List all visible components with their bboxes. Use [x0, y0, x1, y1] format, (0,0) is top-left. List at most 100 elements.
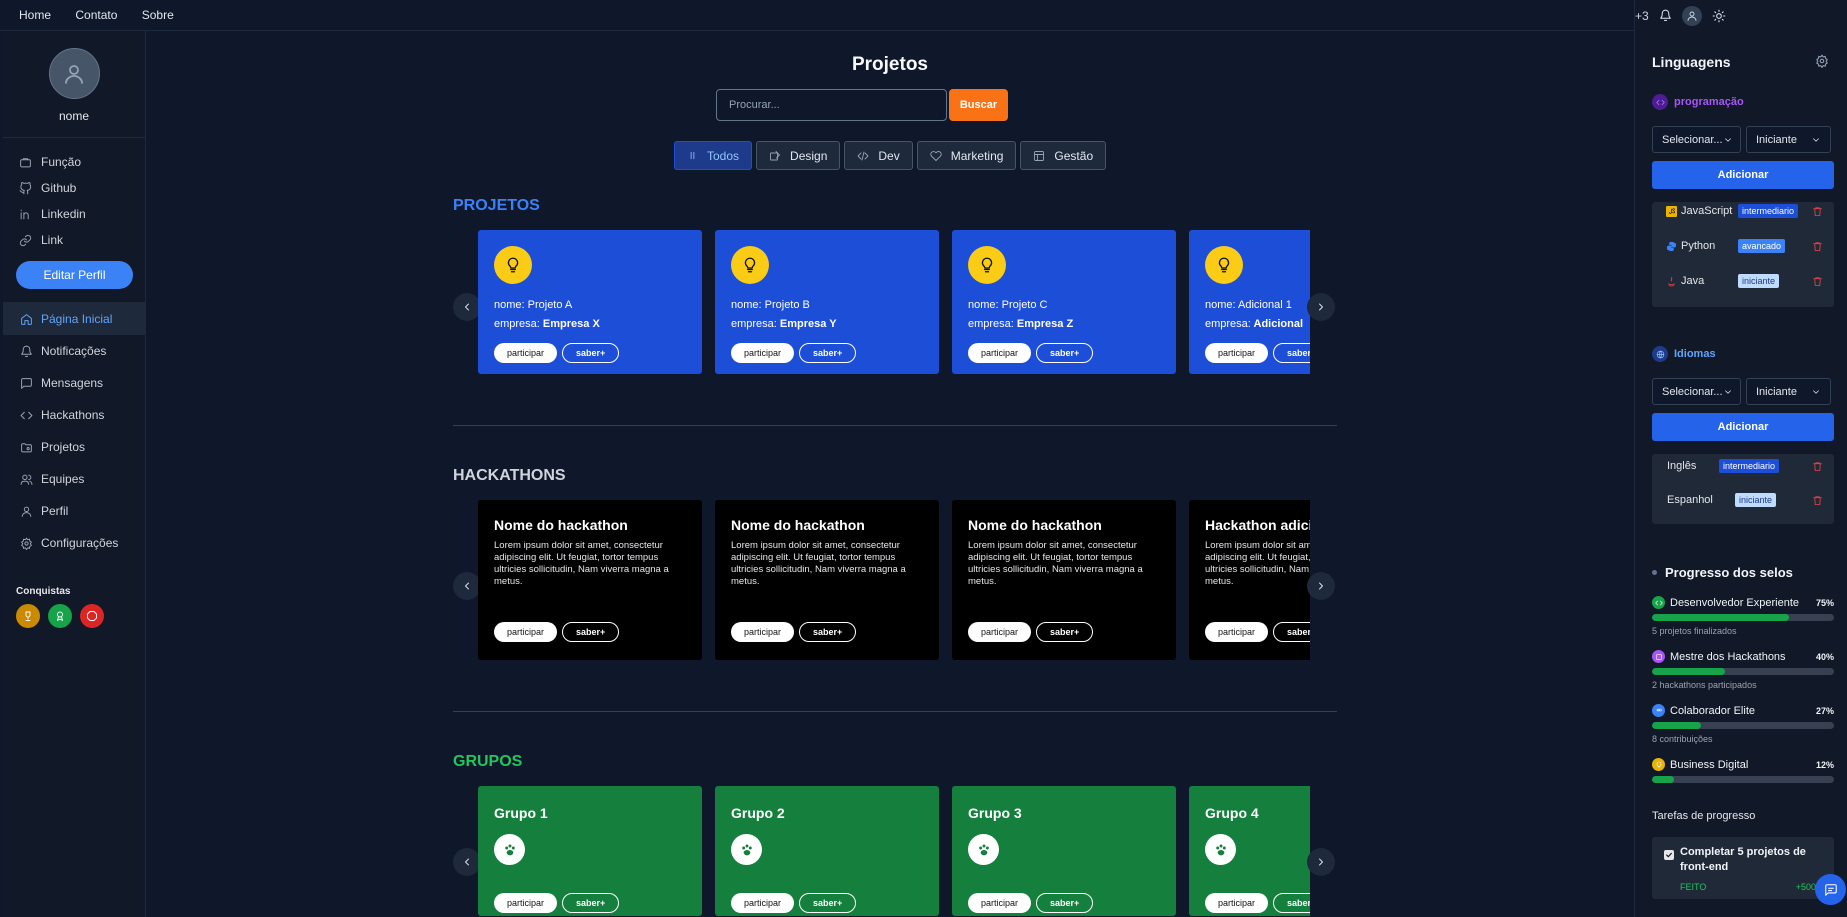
hackathon-card-actions: participarsaber+: [731, 622, 857, 642]
learn-more-button[interactable]: saber+: [1036, 343, 1094, 363]
idiom-level-select[interactable]: Iniciante: [1746, 378, 1831, 405]
checkbox-checked-icon[interactable]: [1664, 850, 1674, 860]
badges-progress-title: Progresso dos selos: [1652, 565, 1793, 580]
sidebar-item-profile[interactable]: Perfil: [3, 495, 145, 527]
groups-track: Grupo 1 participar saber+ Grupo 2 partici…: [478, 786, 1310, 916]
hackathons-prev-arrow-icon[interactable]: [453, 572, 481, 600]
badge-progress-fill: [1652, 722, 1702, 729]
learn-more-button[interactable]: saber+: [562, 893, 620, 913]
learn-more-button[interactable]: saber+: [799, 893, 857, 913]
hackathons-next-arrow-icon[interactable]: [1307, 572, 1335, 600]
trash-icon[interactable]: [1812, 461, 1823, 472]
nav-contact-link[interactable]: Contato: [75, 8, 117, 22]
design-icon: [769, 150, 781, 162]
learn-more-button[interactable]: saber+: [1273, 893, 1310, 913]
sidebar-item-label: Projetos: [41, 440, 86, 454]
search-button[interactable]: Buscar: [949, 89, 1008, 121]
projects-prev-arrow-icon[interactable]: [453, 293, 481, 321]
sidebar-item-settings[interactable]: Configurações: [3, 527, 145, 559]
filter-marketing[interactable]: Marketing: [916, 141, 1017, 170]
trash-icon[interactable]: [1812, 206, 1823, 217]
participate-button[interactable]: participar: [494, 343, 558, 363]
participate-button[interactable]: participar: [731, 343, 795, 363]
badge-name: Colaborador Elite: [1670, 704, 1755, 717]
badge-subtext: 2 hackathons participados: [1652, 680, 1757, 690]
hackathon-card: Nome do hackathon Lorem ipsum dolor sit …: [715, 500, 939, 660]
participate-button[interactable]: participar: [731, 622, 795, 642]
sidebar-item-hackathons[interactable]: Hackathons: [3, 399, 145, 431]
filter-management[interactable]: Gestão: [1020, 141, 1107, 170]
sidebar-item-home[interactable]: Página Inicial: [3, 303, 145, 335]
award-icon[interactable]: [48, 604, 72, 628]
edit-profile-button[interactable]: Editar Perfil: [16, 261, 133, 289]
bell-icon[interactable]: [1659, 9, 1672, 22]
profile-link-github[interactable]: Github: [17, 175, 145, 201]
participate-button[interactable]: participar: [1205, 343, 1269, 363]
groups-prev-arrow-icon[interactable]: [453, 848, 481, 876]
projects-next-arrow-icon[interactable]: [1307, 293, 1335, 321]
learn-more-button[interactable]: saber+: [1273, 622, 1310, 642]
participate-button[interactable]: participar: [968, 893, 1032, 913]
profile-link-role[interactable]: Função: [17, 149, 145, 175]
code-icon: [857, 150, 869, 162]
filter-all[interactable]: Todos: [674, 141, 753, 170]
learn-more-button[interactable]: saber+: [562, 343, 620, 363]
layout-icon: [1033, 150, 1045, 162]
hackathon-card-actions: participarsaber+: [494, 622, 620, 642]
learn-more-button[interactable]: saber+: [562, 622, 620, 642]
trophy-icon[interactable]: [16, 604, 40, 628]
learn-more-button[interactable]: saber+: [1036, 893, 1094, 913]
nav-home-link[interactable]: Home: [19, 8, 51, 22]
trash-icon[interactable]: [1812, 276, 1823, 287]
notification-count[interactable]: +3: [1635, 9, 1649, 23]
participate-button[interactable]: participar: [494, 893, 558, 913]
learn-more-button[interactable]: saber+: [1036, 622, 1094, 642]
profile-avatar[interactable]: [48, 48, 100, 99]
programming-level-select[interactable]: Iniciante: [1746, 126, 1831, 153]
group-card: Grupo 4 participarsaber+: [1189, 786, 1310, 916]
participate-button[interactable]: participar: [1205, 622, 1269, 642]
badge-name: Mestre dos Hackathons: [1670, 650, 1786, 663]
participate-button[interactable]: participar: [968, 343, 1032, 363]
idiom-select[interactable]: Selecionar...: [1652, 378, 1741, 405]
level-badge: intermediario: [1738, 204, 1799, 218]
user-avatar-icon[interactable]: [1681, 5, 1702, 26]
programming-language-select[interactable]: Selecionar...: [1652, 126, 1741, 153]
filter-label: Design: [790, 148, 828, 163]
top-navbar: Home Contato Sobre +3: [0, 0, 1847, 31]
badge-icon[interactable]: [80, 604, 104, 628]
sidebar-item-projects[interactable]: Projetos: [3, 431, 145, 463]
groups-section-title: GRUPOS: [453, 753, 523, 770]
topbar-actions: +3: [1634, 0, 1847, 31]
learn-more-button[interactable]: saber+: [1273, 343, 1310, 363]
sidebar-item-notifications[interactable]: Notificações: [3, 335, 145, 367]
section-divider: [453, 711, 1337, 712]
learn-more-button[interactable]: saber+: [799, 622, 857, 642]
nav-about-link[interactable]: Sobre: [142, 8, 174, 22]
sidebar-item-label: Mensagens: [41, 376, 104, 390]
chat-bubble-icon[interactable]: [1815, 874, 1846, 905]
groups-next-arrow-icon[interactable]: [1307, 848, 1335, 876]
profile-link-url[interactable]: Link: [17, 227, 145, 253]
theme-toggle-sun-icon[interactable]: [1712, 9, 1726, 23]
participate-button[interactable]: participar: [494, 622, 558, 642]
hackathon-card: Nome do hackathon Lorem ipsum dolor sit …: [478, 500, 702, 660]
profile-link-linkedin[interactable]: Linkedin: [17, 201, 145, 227]
participate-button[interactable]: participar: [1205, 893, 1269, 913]
group-card-actions: participarsaber+: [494, 893, 620, 913]
add-idiom-button[interactable]: Adicionar: [1652, 413, 1834, 441]
learn-more-button[interactable]: saber+: [799, 343, 857, 363]
group-title: Grupo 3: [968, 805, 1022, 821]
python-icon: [1666, 241, 1677, 252]
trash-icon[interactable]: [1812, 241, 1823, 252]
search-input[interactable]: [716, 89, 947, 121]
gear-icon[interactable]: [1815, 54, 1829, 68]
participate-button[interactable]: participar: [731, 893, 795, 913]
filter-dev[interactable]: Dev: [844, 141, 913, 170]
participate-button[interactable]: participar: [968, 622, 1032, 642]
sidebar-item-messages[interactable]: Mensagens: [3, 367, 145, 399]
sidebar-item-teams[interactable]: Equipes: [3, 463, 145, 495]
trash-icon[interactable]: [1812, 495, 1823, 506]
filter-design[interactable]: Design: [756, 141, 841, 170]
add-programming-button[interactable]: Adicionar: [1652, 161, 1834, 189]
